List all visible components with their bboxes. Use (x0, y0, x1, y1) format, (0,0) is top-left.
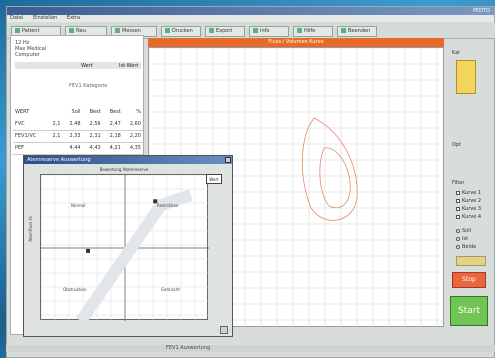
panel-subtitle: FEV1 Kategorie (69, 83, 108, 89)
column-header-bar: Wert Ist-Wert (15, 62, 141, 69)
checkbox-icon (456, 214, 460, 219)
stop-button[interactable]: Stop (452, 272, 486, 288)
thermometer-icon[interactable] (456, 60, 476, 94)
graph-header: Fluss / Volumen Kurve (148, 38, 444, 47)
help-icon (297, 28, 302, 33)
col-label-value: Wert (81, 63, 93, 69)
info-button[interactable]: Info (249, 26, 289, 37)
export-button[interactable]: Export (205, 26, 245, 37)
print-icon (165, 28, 170, 33)
quadrant-label-normal: Normal (71, 203, 86, 208)
help-button[interactable]: Hilfe (293, 26, 333, 37)
options-panel: Kal Opt Filter Kurve 1 Kurve 2 Kurve 3 K… (452, 50, 489, 330)
curve-1-checkbox[interactable]: Kurve 1 (456, 190, 484, 196)
checkbox-icon (456, 190, 460, 195)
menu-item-settings[interactable]: Einstellen (33, 15, 57, 21)
export-icon (209, 28, 214, 33)
table-header-row: WERT Soll Best Best % (15, 109, 141, 115)
curve-3-checkbox[interactable]: Kurve 3 (456, 206, 484, 212)
watermark-shape (76, 189, 193, 321)
checkbox-icon (456, 198, 460, 203)
dialog-y-axis-label: Atemfluss l/s (28, 216, 33, 242)
curve-2-checkbox[interactable]: Kurve 2 (456, 198, 484, 204)
menu-item-file[interactable]: Datei (10, 15, 23, 21)
info-icon (253, 28, 258, 33)
table-row[interactable]: FEV1/VC 2,1 2,33 2,31 2,18 2,20 (13, 130, 143, 143)
filter-label: Filter (452, 180, 465, 186)
options-label: Opt (452, 142, 462, 148)
flow-curve (301, 117, 358, 221)
option-button[interactable] (456, 256, 486, 266)
status-bar: FEV1 Auswertung (6, 345, 495, 352)
title-bar: PEDTO (7, 7, 494, 15)
curve-4-checkbox[interactable]: Kurve 4 (456, 214, 484, 220)
dialog-legend: Wert (206, 174, 222, 184)
panel-header: 12 Hz Max Medical Computer (15, 40, 47, 58)
radio-icon (456, 228, 460, 233)
analysis-dialog: Atemreserve Auswertung Bewertung Atemres… (23, 155, 233, 337)
quadrant-label-obstruction: Obstruktion (63, 287, 87, 292)
radio-icon (456, 244, 460, 249)
patient-icon (15, 28, 20, 33)
table-row[interactable]: FVC 2,1 2,48 2,56 2,47 2,60 (13, 118, 143, 131)
table-row[interactable]: PEF 4,44 4,43 4,21 4,35 (13, 142, 143, 155)
exit-icon (341, 28, 346, 33)
quadrant-canvas (41, 175, 209, 321)
curve-outer (301, 117, 358, 221)
dialog-title: Atemreserve Auswertung (24, 156, 232, 164)
exit-button[interactable]: Beenden (337, 26, 377, 37)
new-icon (69, 28, 74, 33)
radio-icon (456, 236, 460, 241)
print-button[interactable]: Drucken (161, 26, 201, 37)
measure-icon (115, 28, 120, 33)
col-label-actual: Ist-Wert (119, 63, 139, 69)
radio-actual[interactable]: Ist (456, 236, 484, 242)
calibration-label: Kal (452, 50, 460, 56)
dialog-plot-header: Bewertung Atemreserve (99, 167, 149, 172)
radio-both[interactable]: Beide (456, 244, 484, 250)
close-icon[interactable] (225, 157, 231, 163)
menu-bar: Datei Einstellen Extra (7, 15, 494, 22)
data-point (86, 248, 91, 253)
checkbox-icon (456, 206, 460, 211)
quadrant-label-mixed: Gemischt (161, 287, 180, 292)
results-table: WERT Soll Best Best % FVC 2,1 2,48 2,56 2,47… (13, 106, 143, 155)
start-button[interactable]: Start (450, 296, 488, 326)
radio-target[interactable]: Soll (456, 228, 484, 234)
brand-label: PEDTO (472, 8, 490, 14)
curve-inner (319, 147, 351, 209)
quadrant-plot[interactable]: Normal Restriktion Obstruktion Gemischt (40, 174, 209, 321)
quadrant-label-restriction: Restriktion (157, 203, 179, 208)
resize-grip-icon[interactable] (220, 326, 228, 334)
menu-item-extra[interactable]: Extra (67, 15, 80, 21)
